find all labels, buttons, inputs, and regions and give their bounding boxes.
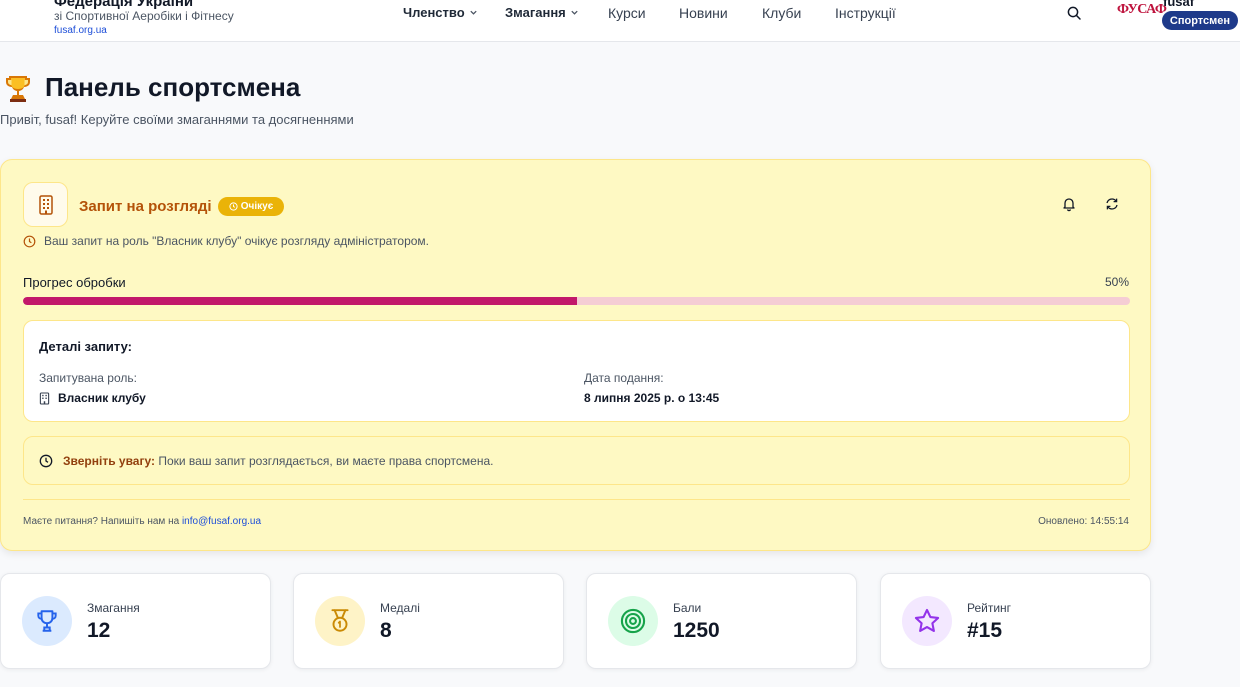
top-header: Федерація України зі Спортивної Аеробіки… xyxy=(0,0,1240,42)
user-name[interactable]: fusaf xyxy=(1163,0,1194,9)
request-title: Запит на розгляді xyxy=(79,198,212,215)
chevron-down-icon xyxy=(470,10,477,15)
nav-competitions[interactable]: Змагання xyxy=(505,5,579,20)
stat-icon-circle xyxy=(315,596,365,646)
stat-card-competitions[interactable]: Змагання 12 xyxy=(0,573,271,669)
request-details-box: Деталі запиту: Запитувана роль: Власник … xyxy=(23,320,1130,422)
notice-text: Зверніть увагу: Поки ваш запит розглядає… xyxy=(63,454,493,468)
org-subtitle: зі Спортивної Аеробіки і Фітнесу xyxy=(54,9,234,23)
star-icon xyxy=(914,608,940,632)
refresh-icon[interactable] xyxy=(1104,196,1120,212)
clock-icon xyxy=(229,202,238,211)
stat-icon-circle xyxy=(608,596,658,646)
trophy-icon xyxy=(37,610,57,632)
building-icon xyxy=(38,194,53,215)
request-message: Ваш запит на роль "Власник клубу" очікує… xyxy=(44,234,429,248)
stat-value: 8 xyxy=(380,619,392,642)
stat-card-rating[interactable]: Рейтинг #15 xyxy=(880,573,1151,669)
progress-label: Прогрес обробки xyxy=(23,275,126,290)
chevron-down-icon xyxy=(571,10,578,15)
nav-label: Клуби xyxy=(762,5,802,21)
stat-card-points[interactable]: Бали 1250 xyxy=(586,573,857,669)
page-title-row: Панель спортсмена xyxy=(5,72,300,103)
contact-email-link[interactable]: info@fusaf.org.ua xyxy=(182,516,261,527)
medal-icon xyxy=(331,609,349,632)
contact-text: Маєте питання? Напишіть нам на xyxy=(23,516,182,527)
nav-news[interactable]: Новини xyxy=(679,5,728,21)
stat-card-medals[interactable]: Медалі 8 xyxy=(293,573,564,669)
status-badge: Очікує xyxy=(218,197,284,216)
stat-label: Медалі xyxy=(380,601,420,615)
stat-label: Рейтинг xyxy=(967,601,1012,615)
nav-membership[interactable]: Членство xyxy=(403,5,478,20)
trophy-icon xyxy=(6,75,30,102)
nav-label: Змагання xyxy=(505,5,566,20)
nav-label: Новини xyxy=(679,5,728,21)
request-status-card: Запит на розгляді Очікує Ваш запит на ро… xyxy=(0,159,1151,551)
stat-icon-circle xyxy=(902,596,952,646)
logo-text: ФУСАФ xyxy=(1117,2,1167,17)
role-value: Власник клубу xyxy=(58,391,146,405)
notice-box: Зверніть увагу: Поки ваш запит розглядає… xyxy=(23,436,1130,485)
page-subtitle: Привіт, fusaf! Керуйте своїми змаганнями… xyxy=(0,112,354,127)
request-message-row: Ваш запит на роль "Власник клубу" очікує… xyxy=(23,234,429,248)
stat-value: 12 xyxy=(87,619,111,642)
progress-bar xyxy=(23,297,1130,305)
role-value-row: Власник клубу xyxy=(39,391,146,405)
org-site-link[interactable]: fusaf.org.ua xyxy=(54,25,107,36)
progress-fill xyxy=(23,297,577,305)
date-value: 8 липня 2025 р. о 13:45 xyxy=(584,391,720,405)
date-label: Дата подання: xyxy=(584,371,664,385)
stat-value: 1250 xyxy=(673,619,720,642)
federation-logo[interactable]: ФУСАФ xyxy=(1117,2,1167,25)
nav-label: Курси xyxy=(608,5,646,21)
stat-label: Бали xyxy=(673,601,702,615)
stat-icon-circle xyxy=(22,596,72,646)
nav-instructions[interactable]: Інструкції xyxy=(835,5,896,21)
clock-icon xyxy=(23,235,36,247)
notice-strong: Зверніть увагу: xyxy=(63,453,155,468)
search-icon[interactable] xyxy=(1066,5,1082,21)
divider xyxy=(23,499,1130,500)
building-icon-box xyxy=(23,182,68,227)
nav-label: Інструкції xyxy=(835,5,896,21)
role-badge[interactable]: Спортсмен xyxy=(1162,11,1238,30)
details-title: Деталі запиту: xyxy=(39,339,132,354)
nav-label: Членство xyxy=(403,5,465,20)
bell-icon[interactable] xyxy=(1061,196,1077,212)
stat-value: #15 xyxy=(967,619,1003,642)
contact-note: Маєте питання? Напишіть нам на info@fusa… xyxy=(23,516,261,527)
nav-clubs[interactable]: Клуби xyxy=(762,5,801,21)
building-icon xyxy=(39,391,50,405)
target-icon xyxy=(620,608,646,634)
role-label: Запитувана роль: xyxy=(39,371,137,385)
stat-label: Змагання xyxy=(87,601,140,615)
progress-value: 50% xyxy=(1104,275,1129,289)
clock-icon xyxy=(39,454,53,467)
updated-time: Оновлено: 14:55:14 xyxy=(1038,516,1129,527)
status-text: Очікує xyxy=(240,201,274,212)
page-title: Панель спортсмена xyxy=(45,72,301,102)
nav-courses[interactable]: Курси xyxy=(608,5,646,21)
notice-body: Поки ваш запит розглядається, ви маєте п… xyxy=(155,453,494,468)
